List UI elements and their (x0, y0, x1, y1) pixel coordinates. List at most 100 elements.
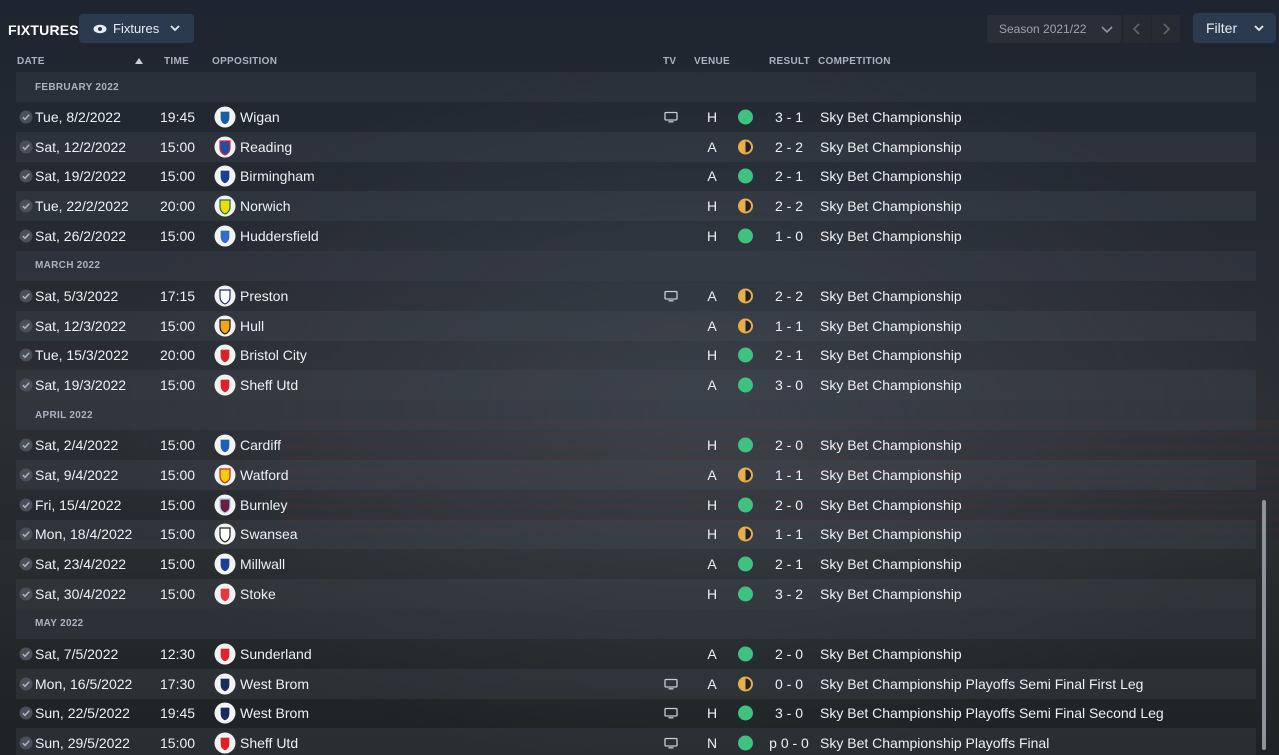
fixture-competition[interactable]: Sky Bet Championship (820, 139, 962, 155)
fixture-date[interactable]: Tue, 22/2/2022 (35, 198, 129, 214)
fixture-competition[interactable]: Sky Bet Championship Playoffs Semi Final… (820, 676, 1143, 692)
preston-crest[interactable] (214, 285, 236, 307)
fixture-date[interactable]: Sun, 29/5/2022 (35, 735, 130, 751)
fixture-date[interactable]: Sat, 12/3/2022 (35, 318, 126, 334)
fixture-date[interactable]: Sat, 9/4/2022 (35, 467, 118, 483)
opposition-name[interactable]: Sheff Utd (240, 735, 298, 751)
swansea-crest[interactable] (214, 523, 236, 545)
fixture-row[interactable]: Sun, 29/5/2022 15:00 Sheff Utd N p 0 - 0… (16, 728, 1256, 755)
opposition-name[interactable]: Sunderland (240, 646, 312, 662)
sort-ascending-icon[interactable] (135, 58, 143, 64)
fixture-row[interactable]: Sun, 22/5/2022 19:45 West Brom H 3 - 0 S… (16, 699, 1256, 729)
opposition-name[interactable]: Preston (240, 288, 288, 304)
column-header-competition[interactable]: COMPETITION (818, 56, 891, 67)
fixture-score[interactable]: 3 - 0 (761, 377, 817, 393)
view-selector-button[interactable]: Fixtures (79, 14, 194, 43)
west-brom-crest[interactable] (214, 673, 236, 695)
fixture-date[interactable]: Sat, 23/4/2022 (35, 556, 126, 572)
fixture-score[interactable]: 3 - 0 (761, 705, 817, 721)
bristol-city-crest[interactable] (214, 344, 236, 366)
burnley-crest[interactable] (214, 494, 236, 516)
previous-season-button[interactable] (1123, 15, 1151, 43)
fixture-competition[interactable]: Sky Bet Championship (820, 467, 962, 483)
opposition-name[interactable]: Cardiff (240, 437, 281, 453)
fixture-row[interactable]: Sat, 5/3/2022 17:15 Preston A 2 - 2 Sky … (16, 281, 1256, 311)
column-header-opposition[interactable]: OPPOSITION (212, 56, 277, 67)
fixture-date[interactable]: Sat, 19/2/2022 (35, 168, 126, 184)
opposition-name[interactable]: Birmingham (240, 168, 315, 184)
opposition-name[interactable]: West Brom (240, 705, 309, 721)
opposition-name[interactable]: Watford (240, 467, 289, 483)
fixture-competition[interactable]: Sky Bet Championship Playoffs Semi Final… (820, 705, 1164, 721)
fixture-competition[interactable]: Sky Bet Championship (820, 228, 962, 244)
cardiff-crest[interactable] (214, 434, 236, 456)
fixture-row[interactable]: Sat, 9/4/2022 15:00 Watford A 1 - 1 Sky … (16, 459, 1256, 490)
sunderland-crest[interactable] (214, 643, 236, 665)
fixture-row[interactable]: Sat, 12/3/2022 15:00 Hull A 1 - 1 Sky Be… (16, 310, 1256, 341)
fixture-date[interactable]: Sat, 30/4/2022 (35, 586, 126, 602)
column-header-tv[interactable]: TV (663, 56, 676, 67)
opposition-name[interactable]: Burnley (240, 497, 287, 513)
fixture-score[interactable]: 1 - 1 (761, 526, 817, 542)
fixture-date[interactable]: Tue, 15/3/2022 (35, 347, 129, 363)
column-header-date[interactable]: DATE (17, 56, 45, 67)
hull-crest[interactable] (214, 315, 236, 337)
opposition-name[interactable]: West Brom (240, 676, 309, 692)
millwall-crest[interactable] (214, 553, 236, 575)
fixture-date[interactable]: Tue, 8/2/2022 (35, 109, 121, 125)
fixture-competition[interactable]: Sky Bet Championship (820, 437, 962, 453)
column-header-venue[interactable]: VENUE (694, 56, 730, 67)
fixture-date[interactable]: Sat, 7/5/2022 (35, 646, 118, 662)
fixture-score[interactable]: 3 - 2 (761, 586, 817, 602)
fixture-competition[interactable]: Sky Bet Championship (820, 586, 962, 602)
scrollbar[interactable] (1262, 500, 1266, 750)
fixture-score[interactable]: 2 - 2 (761, 288, 817, 304)
fixture-row[interactable]: Fri, 15/4/2022 15:00 Burnley H 2 - 0 Sky… (16, 490, 1256, 520)
season-selector[interactable]: Season 2021/22 (987, 15, 1121, 43)
fixture-score[interactable]: 2 - 0 (761, 437, 817, 453)
reading-crest[interactable] (214, 136, 236, 158)
fixture-row[interactable]: Mon, 18/4/2022 15:00 Swansea H 1 - 1 Sky… (16, 519, 1256, 550)
opposition-name[interactable]: Norwich (240, 198, 291, 214)
birmingham-crest[interactable] (214, 165, 236, 187)
fixture-date[interactable]: Mon, 18/4/2022 (35, 526, 132, 542)
fixture-score[interactable]: 2 - 1 (761, 556, 817, 572)
west-brom-crest[interactable] (214, 702, 236, 724)
fixture-competition[interactable]: Sky Bet Championship (820, 288, 962, 304)
opposition-name[interactable]: Sheff Utd (240, 377, 298, 393)
opposition-name[interactable]: Wigan (240, 109, 280, 125)
fixture-competition[interactable]: Sky Bet Championship (820, 377, 962, 393)
opposition-name[interactable]: Bristol City (240, 347, 307, 363)
sheff-utd-crest[interactable] (214, 374, 236, 396)
opposition-name[interactable]: Swansea (240, 526, 298, 542)
fixture-row[interactable]: Sat, 30/4/2022 15:00 Stoke H 3 - 2 Sky B… (16, 579, 1256, 609)
fixture-row[interactable]: Tue, 15/3/2022 20:00 Bristol City H 2 - … (16, 341, 1256, 371)
fixture-date[interactable]: Sat, 2/4/2022 (35, 437, 118, 453)
opposition-name[interactable]: Huddersfield (240, 228, 319, 244)
fixture-row[interactable]: Sat, 19/3/2022 15:00 Sheff Utd A 3 - 0 S… (16, 370, 1256, 401)
fixture-date[interactable]: Sun, 22/5/2022 (35, 705, 130, 721)
wigan-crest[interactable] (214, 106, 236, 128)
next-season-button[interactable] (1152, 15, 1180, 43)
fixture-competition[interactable]: Sky Bet Championship (820, 646, 962, 662)
fixture-competition[interactable]: Sky Bet Championship (820, 109, 962, 125)
fixture-competition[interactable]: Sky Bet Championship (820, 347, 962, 363)
huddersfield-crest[interactable] (214, 225, 236, 247)
fixture-date[interactable]: Sat, 5/3/2022 (35, 288, 118, 304)
fixture-row[interactable]: Sat, 23/4/2022 15:00 Millwall A 2 - 1 Sk… (16, 549, 1256, 579)
fixture-score[interactable]: 1 - 0 (761, 228, 817, 244)
fixture-score[interactable]: 2 - 0 (761, 646, 817, 662)
fixture-competition[interactable]: Sky Bet Championship (820, 198, 962, 214)
fixture-row[interactable]: Sat, 19/2/2022 15:00 Birmingham A 2 - 1 … (16, 162, 1256, 192)
opposition-name[interactable]: Millwall (240, 556, 285, 572)
stoke-crest[interactable] (214, 583, 236, 605)
fixture-date[interactable]: Mon, 16/5/2022 (35, 676, 132, 692)
fixture-date[interactable]: Fri, 15/4/2022 (35, 497, 121, 513)
fixture-date[interactable]: Sat, 12/2/2022 (35, 139, 126, 155)
fixture-row[interactable]: Sat, 7/5/2022 12:30 Sunderland A 2 - 0 S… (16, 639, 1256, 669)
opposition-name[interactable]: Stoke (240, 586, 276, 602)
norwich-crest[interactable] (214, 195, 236, 217)
fixture-score[interactable]: 0 - 0 (761, 676, 817, 692)
fixture-score[interactable]: 2 - 0 (761, 497, 817, 513)
fixture-competition[interactable]: Sky Bet Championship (820, 497, 962, 513)
